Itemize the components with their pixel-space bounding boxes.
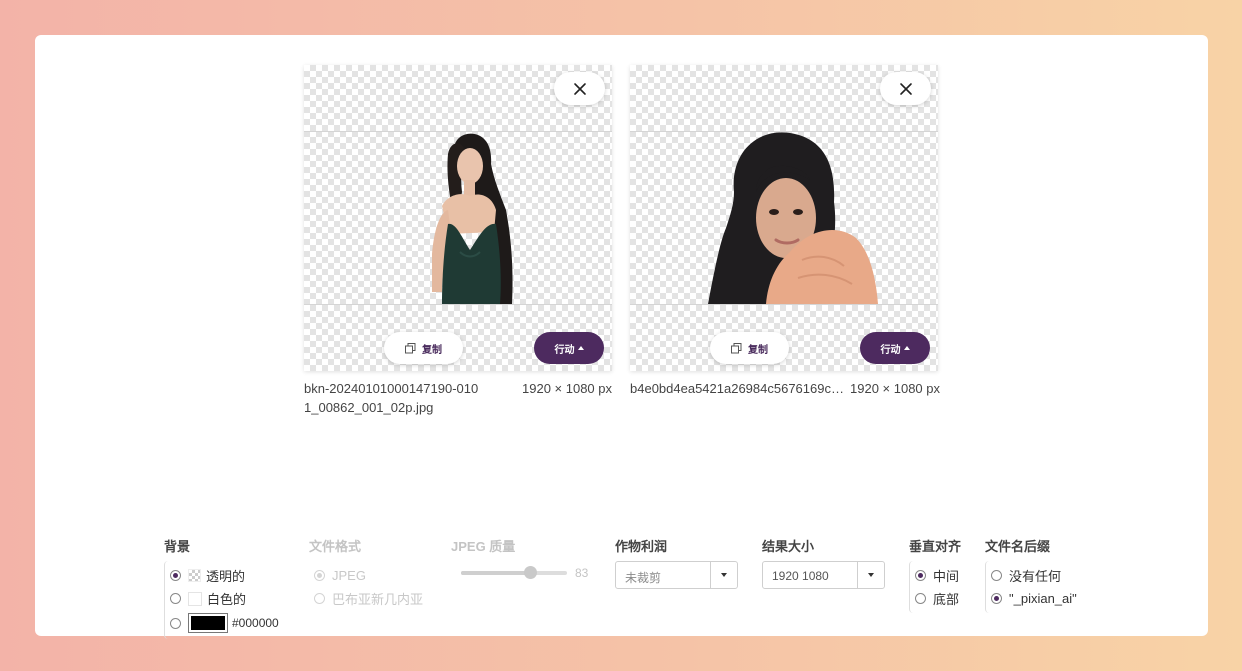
filename-suffix-option-none[interactable]: 没有任何 xyxy=(991,564,1077,587)
background-setting: 背景 透明的 白色的 #000000 xyxy=(164,536,279,639)
copy-label: 复制 xyxy=(422,344,442,356)
option-label: 中间 xyxy=(933,569,960,584)
copy-label: 复制 xyxy=(748,344,768,356)
color-swatch xyxy=(191,616,225,630)
option-label: 巴布亚新几内亚 xyxy=(332,592,424,607)
action-label: 行动 xyxy=(554,344,575,356)
select-value: 未裁剪 xyxy=(625,571,662,585)
color-picker[interactable] xyxy=(188,613,228,633)
file-name: bkn-20240101000147190-0101_00862_001_02p… xyxy=(304,381,479,415)
file-format-options: JPEG 巴布亚新几内亚 xyxy=(309,561,423,613)
caret-up-icon xyxy=(577,346,584,350)
vertical-align-title: 垂直对齐 xyxy=(909,539,962,554)
option-label: 白色的 xyxy=(207,592,247,607)
background-option-white[interactable]: 白色的 xyxy=(170,587,279,610)
file-format-option-jpeg: JPEG xyxy=(314,564,423,587)
option-label: JPEG xyxy=(332,568,366,583)
action-label: 行动 xyxy=(880,344,901,356)
background-options: 透明的 白色的 #000000 xyxy=(164,561,279,639)
copy-button[interactable]: 复制 xyxy=(710,332,789,364)
vertical-align-setting: 垂直对齐 中间 底部 xyxy=(909,536,961,613)
background-option-color[interactable]: #000000 xyxy=(170,610,279,636)
white-swatch-icon xyxy=(188,591,202,606)
jpeg-quality-setting: JPEG 质量 83 xyxy=(451,536,601,583)
vertical-align-options: 中间 底部 xyxy=(909,561,961,613)
radio-button[interactable] xyxy=(170,617,181,629)
result-photo xyxy=(432,133,513,304)
result-size-title: 结果大小 xyxy=(762,539,815,554)
vertical-align-option-bottom[interactable]: 底部 xyxy=(915,587,961,610)
result-size-setting: 结果大小 1920 1080 xyxy=(762,536,885,589)
crop-margin-select[interactable]: 未裁剪 xyxy=(615,561,738,589)
image-preview: 复制 行动 xyxy=(630,65,938,371)
radio-button xyxy=(314,570,325,581)
dropdown-toggle[interactable] xyxy=(710,562,737,588)
caret-down-icon xyxy=(721,573,727,577)
filename-suffix-option-pixian[interactable]: "_pixian_ai" xyxy=(991,587,1077,610)
caret-down-icon xyxy=(868,573,874,577)
jpeg-quality-title: JPEG 质量 xyxy=(451,539,516,554)
file-format-setting: 文件格式 JPEG 巴布亚新几内亚 xyxy=(309,536,423,613)
radio-button[interactable] xyxy=(170,570,181,581)
select-value: 1920 1080 xyxy=(772,569,829,583)
vertical-align-option-middle[interactable]: 中间 xyxy=(915,564,961,587)
radio-button xyxy=(314,593,325,604)
radio-button[interactable] xyxy=(991,570,1002,581)
result-size-select[interactable]: 1920 1080 xyxy=(762,561,885,589)
close-icon xyxy=(573,82,586,95)
image-caption: bkn-20240101000147190-0101_00862_001_02p… xyxy=(304,379,612,417)
file-name: b4e0bd4ea5421a26984c5676169c0e11.jpg xyxy=(630,381,845,396)
image-caption: b4e0bd4ea5421a26984c5676169c0e11.jpg 192… xyxy=(630,379,940,398)
crop-margin-setting: 作物利润 未裁剪 xyxy=(615,536,738,589)
slider-thumb xyxy=(523,566,537,579)
option-label: 透明的 xyxy=(206,569,246,584)
image-preview: 复制 行动 xyxy=(304,65,612,371)
filename-suffix-options: 没有任何 "_pixian_ai" xyxy=(985,561,1077,613)
slider-fill xyxy=(461,571,530,575)
filename-suffix-title: 文件名后缀 xyxy=(985,539,1051,554)
copy-icon xyxy=(731,342,742,353)
option-label: 底部 xyxy=(933,592,960,607)
main-panel: 复制 行动 bkn-20240101000147190-0101_00862_0… xyxy=(35,35,1208,639)
radio-button[interactable] xyxy=(915,570,926,581)
background-title: 背景 xyxy=(164,539,191,554)
image-card: 复制 行动 bkn-20240101000147190-0101_00862_0… xyxy=(304,65,612,417)
caret-up-icon xyxy=(903,346,910,350)
jpeg-quality-value: 83 xyxy=(575,566,589,580)
filename-suffix-setting: 文件名后缀 没有任何 "_pixian_ai" xyxy=(985,536,1077,613)
crop-guide-bottom xyxy=(304,304,612,305)
option-label: 没有任何 xyxy=(1009,569,1062,584)
radio-button[interactable] xyxy=(170,593,181,604)
copy-button[interactable]: 复制 xyxy=(384,332,463,364)
radio-button[interactable] xyxy=(991,593,1002,604)
color-hex-value: #000000 xyxy=(232,616,279,630)
file-format-option-png: 巴布亚新几内亚 xyxy=(314,587,423,610)
background-option-transparent[interactable]: 透明的 xyxy=(170,564,279,587)
option-label: "_pixian_ai" xyxy=(1009,591,1077,606)
settings-bar: 背景 透明的 白色的 #000000 文件格式 JPEG 巴布亚新几内亚 JPE… xyxy=(35,536,1208,639)
copy-icon xyxy=(405,342,416,353)
image-dimensions: 1920 × 1080 px xyxy=(522,381,612,396)
action-button[interactable]: 行动 xyxy=(860,332,930,364)
close-icon xyxy=(899,82,912,95)
image-dimensions: 1920 × 1080 px xyxy=(850,381,940,396)
jpeg-quality-slider xyxy=(461,561,567,583)
dropdown-toggle[interactable] xyxy=(857,562,884,588)
image-card: 复制 行动 b4e0bd4ea5421a26984c5676169c0e11.j… xyxy=(630,65,940,398)
crop-margin-title: 作物利润 xyxy=(615,539,668,554)
close-button[interactable] xyxy=(554,72,605,105)
action-button[interactable]: 行动 xyxy=(534,332,604,364)
result-photo xyxy=(708,132,878,304)
file-format-title: 文件格式 xyxy=(309,539,362,554)
radio-button[interactable] xyxy=(915,593,926,604)
transparent-swatch-icon xyxy=(188,569,201,582)
close-button[interactable] xyxy=(880,72,931,105)
crop-guide-bottom xyxy=(630,304,938,305)
